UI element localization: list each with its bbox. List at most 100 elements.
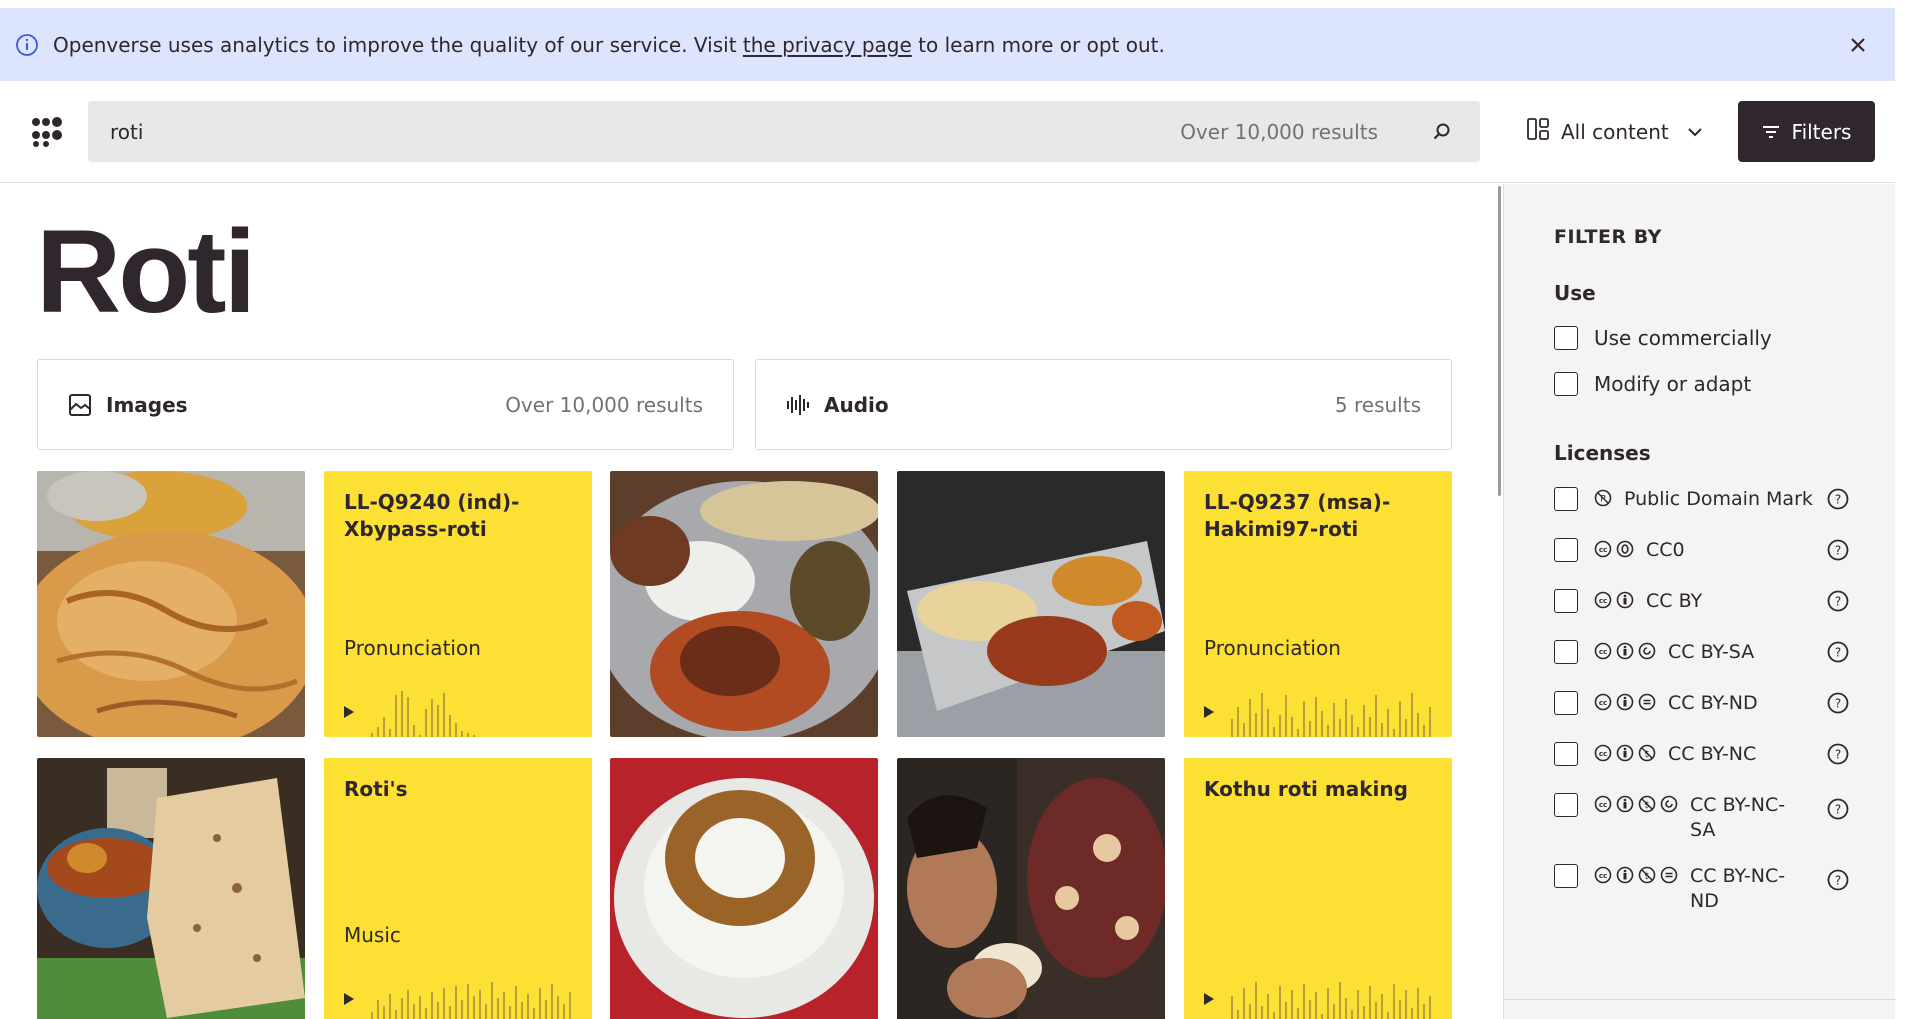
svg-text:cc: cc <box>1599 750 1607 758</box>
audio-results-card[interactable]: Audio 5 results <box>755 359 1452 450</box>
sidebar-divider <box>1504 999 1896 1000</box>
help-icon[interactable]: ? <box>1826 538 1850 562</box>
waveform-icon <box>1231 982 1431 1019</box>
images-results-card[interactable]: Images Over 10,000 results <box>37 359 734 450</box>
results-scrollbar[interactable] <box>1498 186 1501 496</box>
license-icons: cc <box>1594 540 1634 558</box>
filter-sidebar: FILTER BY Use Use commercially Modify or… <box>1503 184 1896 1019</box>
checkbox[interactable] <box>1554 864 1578 888</box>
search-icon[interactable] <box>1422 112 1462 152</box>
svg-text:?: ? <box>1835 544 1841 558</box>
audio-title: LL-Q9240 (ind)-Xbypass-roti <box>344 490 520 541</box>
help-icon[interactable]: ? <box>1826 868 1850 892</box>
play-icon[interactable] <box>1204 993 1214 1005</box>
filter-license-cc0[interactable]: cc CC0? <box>1554 538 1874 563</box>
site-header: Over 10,000 results All content Filters <box>0 81 1895 183</box>
roti-canai-plate-image <box>37 471 305 737</box>
image-result-tile[interactable] <box>37 758 305 1019</box>
ring-bread-plate-image <box>610 758 878 1019</box>
filter-license-cc-by-sa[interactable]: cc CC BY-SA? <box>1554 640 1874 665</box>
help-icon[interactable]: ? <box>1826 691 1850 715</box>
checkbox[interactable] <box>1554 691 1578 715</box>
image-result-tile[interactable] <box>897 471 1165 737</box>
license-icons: P <box>1594 489 1612 507</box>
sa-license-icon <box>1638 642 1656 660</box>
filter-license-cc-by[interactable]: cc CC BY? <box>1554 589 1874 614</box>
sa-license-icon <box>1660 795 1678 813</box>
curry-bowl-roti-image <box>37 758 305 1019</box>
filter-use-commercially[interactable]: Use commercially <box>1554 326 1874 351</box>
license-icons: cc $ <box>1594 795 1678 813</box>
filter-label: Use commercially <box>1594 326 1772 350</box>
content-type-label: All content <box>1561 119 1669 144</box>
child-eating-roti-image <box>897 758 1165 1019</box>
filter-license-cc-by-nc[interactable]: cc $ CC BY-NC? <box>1554 742 1874 767</box>
license-label: CC BY-ND <box>1668 692 1758 714</box>
waveform-icon <box>371 691 475 737</box>
checkbox[interactable] <box>1554 326 1578 350</box>
license-label: CC BY-SA <box>1668 641 1755 663</box>
checkbox[interactable] <box>1554 538 1578 562</box>
play-icon[interactable] <box>344 706 354 718</box>
license-icons: cc <box>1594 591 1634 609</box>
license-icons: cc $ <box>1594 744 1656 762</box>
search-input[interactable] <box>88 119 1181 144</box>
image-result-tile[interactable] <box>610 758 878 1019</box>
filter-label: Modify or adapt <box>1594 372 1752 396</box>
help-icon[interactable]: ? <box>1826 640 1850 664</box>
pdm-license-icon: P <box>1594 489 1612 507</box>
help-icon[interactable]: ? <box>1826 589 1850 613</box>
filter-license-public-domain-mark[interactable]: P Public Domain Mark? <box>1554 487 1874 512</box>
filter-modify-or-adapt[interactable]: Modify or adapt <box>1554 372 1874 397</box>
help-icon[interactable]: ? <box>1826 487 1850 511</box>
checkbox[interactable] <box>1554 487 1578 511</box>
audio-result-tile[interactable]: LL-Q9240 (ind)-Xbypass-roti Pronunciatio… <box>324 471 592 737</box>
by-license-icon <box>1616 591 1634 609</box>
svg-text:cc: cc <box>1599 597 1607 605</box>
content-type-dropdown[interactable]: All content <box>1527 101 1703 162</box>
use-group-title: Use <box>1554 281 1596 305</box>
license-label: CC BY-NC-ND <box>1690 865 1786 912</box>
checkbox[interactable] <box>1554 589 1578 613</box>
privacy-page-link[interactable]: the privacy page <box>743 33 912 57</box>
audio-result-count: 5 results <box>1334 392 1421 417</box>
cc-license-icon: cc <box>1594 744 1612 762</box>
checkbox[interactable] <box>1554 372 1578 396</box>
nd-license-icon <box>1638 693 1656 711</box>
license-label: CC BY-NC <box>1668 743 1757 765</box>
filters-button[interactable]: Filters <box>1738 101 1875 162</box>
svg-text:?: ? <box>1835 803 1841 817</box>
checkbox[interactable] <box>1554 640 1578 664</box>
audio-title: LL-Q9237 (msa)-Hakimi97-roti <box>1204 490 1391 541</box>
image-icon <box>68 393 92 417</box>
filter-license-cc-by-nc-sa[interactable]: cc $ CC BY-NC-SA? <box>1554 793 1874 843</box>
audio-icon <box>786 393 810 417</box>
audio-result-tile[interactable]: Roti's Music <box>324 758 592 1019</box>
filter-license-cc-by-nc-nd[interactable]: cc $ CC BY-NC-ND? <box>1554 864 1874 914</box>
image-result-tile[interactable] <box>37 471 305 737</box>
image-result-tile[interactable] <box>897 758 1165 1019</box>
play-icon[interactable] <box>344 993 354 1005</box>
audio-result-tile[interactable]: Kothu roti making <box>1184 758 1452 1019</box>
audio-result-tile[interactable]: LL-Q9237 (msa)-Hakimi97-roti Pronunciati… <box>1184 471 1452 737</box>
licenses-group-title: Licenses <box>1554 441 1651 465</box>
banner-text-after: to learn more or opt out. <box>911 32 1165 57</box>
nc-license-icon: $ <box>1638 866 1656 884</box>
checkbox[interactable] <box>1554 793 1578 817</box>
openverse-logo-icon[interactable] <box>32 117 62 147</box>
filter-license-cc-by-nd[interactable]: cc CC BY-ND? <box>1554 691 1874 716</box>
search-bar: Over 10,000 results <box>88 101 1480 162</box>
curry-rice-platter-image <box>610 471 878 737</box>
content-layout-icon <box>1527 118 1549 145</box>
license-label: CC BY-NC-SA <box>1690 794 1786 841</box>
help-icon[interactable]: ? <box>1826 742 1850 766</box>
image-result-tile[interactable] <box>610 471 878 737</box>
audio-title: Kothu roti making <box>1204 777 1408 801</box>
close-icon[interactable] <box>1845 32 1871 58</box>
checkbox[interactable] <box>1554 742 1578 766</box>
cc-license-icon: cc <box>1594 866 1612 884</box>
play-icon[interactable] <box>1204 706 1214 718</box>
audio-category: Pronunciation <box>344 636 481 660</box>
svg-text:?: ? <box>1835 493 1841 507</box>
help-icon[interactable]: ? <box>1826 797 1850 821</box>
